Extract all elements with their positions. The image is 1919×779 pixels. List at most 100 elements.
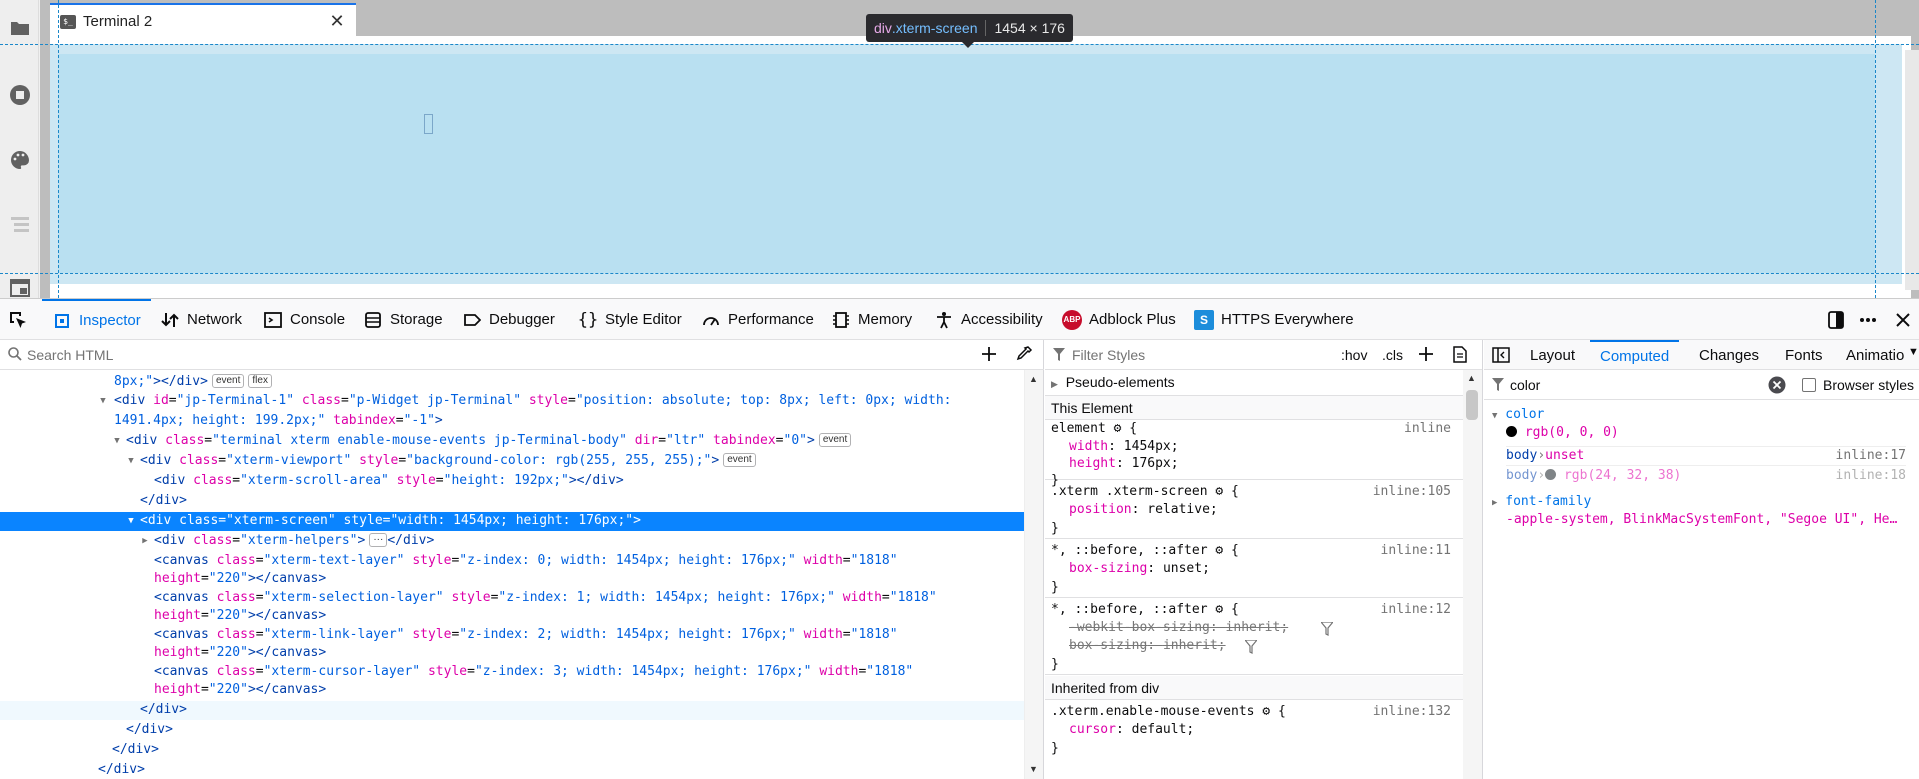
collapse-toggle-icon[interactable]: ▶ bbox=[1051, 379, 1058, 389]
tab-network[interactable]: Network bbox=[160, 299, 242, 340]
palette-icon[interactable] bbox=[8, 148, 32, 172]
folder-icon[interactable] bbox=[8, 16, 32, 40]
overridden-prop-value[interactable]: inherit bbox=[1226, 620, 1281, 635]
scroll-down-icon[interactable]: ▼ bbox=[1029, 764, 1038, 774]
close-devtools-icon[interactable] bbox=[1894, 299, 1912, 340]
markup-node[interactable]: ▼ <div id="jp-Terminal-1" class="p-Widget… bbox=[0, 392, 1025, 411]
window-toggle-icon[interactable] bbox=[8, 276, 32, 298]
tab-performance[interactable]: Performance bbox=[701, 299, 814, 340]
tab-animations[interactable]: Animatio bbox=[1846, 340, 1904, 370]
markup-node[interactable]: <canvas class="xterm-cursor-layer" style… bbox=[0, 663, 1025, 682]
tab-computed[interactable]: Computed bbox=[1590, 340, 1680, 370]
markup-node-continuation[interactable]: 1491.4px; height: 199.2px;" tabindex="-1… bbox=[0, 412, 1025, 431]
terminal-scrollbar[interactable] bbox=[1905, 50, 1919, 290]
markup-node[interactable]: </div> bbox=[0, 741, 1025, 760]
expand-toggle-icon[interactable]: ▼ bbox=[126, 512, 136, 531]
prop-name[interactable]: box-sizing bbox=[1069, 561, 1147, 576]
markup-node[interactable]: <canvas class="xterm-selection-layer" st… bbox=[0, 589, 1025, 608]
rules-scrollbar[interactable]: ▲ bbox=[1463, 370, 1482, 779]
tab-memory[interactable]: Memory bbox=[831, 299, 912, 340]
rule-source[interactable]: inline:11 bbox=[1381, 543, 1451, 558]
classes-toggle[interactable]: .cls bbox=[1382, 347, 1403, 363]
overridden-prop-value[interactable]: inherit bbox=[1163, 638, 1218, 653]
tab-fonts[interactable]: Fonts bbox=[1785, 340, 1823, 370]
print-media-icon[interactable] bbox=[1452, 346, 1468, 366]
markup-node-continuation[interactable]: height="220"></canvas> bbox=[0, 644, 1025, 663]
tab-inspector[interactable]: Inspector bbox=[42, 299, 151, 340]
element-picker-icon[interactable] bbox=[8, 299, 34, 340]
hover-states-toggle[interactable]: :hov bbox=[1341, 347, 1367, 363]
markup-node[interactable]: ▶ <div class="xterm-helpers"> ··· </div> bbox=[0, 532, 1025, 551]
rules-scroll-thumb[interactable] bbox=[1466, 390, 1478, 420]
rules-filter-input[interactable]: Filter Styles bbox=[1072, 347, 1145, 363]
browser-styles-label[interactable]: Browser styles bbox=[1823, 377, 1914, 393]
prop-name[interactable]: cursor bbox=[1069, 722, 1116, 737]
computed-source-row[interactable]: body›unset inline:17 bbox=[1506, 446, 1906, 466]
add-rule-icon[interactable] bbox=[1418, 346, 1434, 365]
tab-debugger[interactable]: Debugger bbox=[462, 299, 555, 340]
rule-source[interactable]: inline:12 bbox=[1381, 602, 1451, 617]
tabs-list-icon[interactable] bbox=[8, 212, 32, 236]
markup-node[interactable]: <canvas class="xterm-text-layer" style="… bbox=[0, 552, 1025, 571]
running-stop-icon[interactable] bbox=[8, 83, 32, 107]
markup-node[interactable]: ▼ <div class="terminal xterm enable-mouse… bbox=[0, 432, 1025, 451]
collapse-toggle-icon[interactable]: ▶ bbox=[140, 532, 150, 551]
source-location[interactable]: inline:17 bbox=[1836, 448, 1906, 463]
gear-icon[interactable]: ⚙ bbox=[1215, 543, 1223, 558]
filter-rules-icon[interactable] bbox=[1243, 639, 1259, 658]
tab-https-everywhere[interactable]: S HTTPS Everywhere bbox=[1194, 299, 1354, 340]
pseudo-elements-section[interactable]: ▶ Pseudo-elements bbox=[1045, 370, 1463, 396]
source-location[interactable]: inline:18 bbox=[1836, 468, 1906, 483]
computed-filter-input[interactable]: color bbox=[1510, 377, 1540, 393]
prop-name[interactable]: height bbox=[1069, 456, 1116, 471]
markup-node[interactable]: </div> bbox=[0, 761, 1025, 779]
expand-toggle-icon[interactable]: ▼ bbox=[98, 392, 108, 411]
filter-rules-icon[interactable] bbox=[1319, 621, 1335, 640]
expand-toggle-icon[interactable]: ▼ bbox=[1492, 411, 1497, 421]
gear-icon[interactable]: ⚙ bbox=[1262, 704, 1270, 719]
prop-value[interactable]: default bbox=[1132, 722, 1187, 737]
markup-node-continuation[interactable]: height="220"></canvas> bbox=[0, 570, 1025, 589]
markup-node[interactable]: </div> bbox=[0, 721, 1025, 740]
markup-search-bar[interactable]: Search HTML bbox=[0, 340, 1044, 370]
prop-value[interactable]: unset bbox=[1163, 561, 1202, 576]
markup-search-input[interactable]: Search HTML bbox=[27, 347, 113, 363]
rule-source[interactable]: inline:105 bbox=[1373, 484, 1451, 499]
tab-console[interactable]: Console bbox=[263, 299, 345, 340]
markup-node[interactable]: <canvas class="xterm-link-layer" style="… bbox=[0, 626, 1025, 645]
tabs-overflow-icon[interactable]: ▼ bbox=[1908, 346, 1919, 358]
computed-source-row-overridden[interactable]: body› rgb(24, 32, 38) inline:18 bbox=[1506, 467, 1906, 487]
rule-universal-2[interactable]: *, ::before, ::after ⚙ {inline:12 -webki… bbox=[1045, 599, 1463, 675]
computed-property-font-family[interactable]: ▶ font-family bbox=[1492, 494, 1591, 512]
more-options-icon[interactable] bbox=[1858, 299, 1878, 340]
terminal-tab[interactable]: $_ Terminal 2 ✕ bbox=[50, 3, 356, 38]
prop-value[interactable]: 176px bbox=[1132, 456, 1171, 471]
markup-node[interactable]: ▼ <div class="xterm-viewport" style="back… bbox=[0, 452, 1025, 471]
scroll-up-icon[interactable]: ▲ bbox=[1467, 373, 1476, 383]
browser-styles-checkbox[interactable] bbox=[1802, 378, 1816, 392]
tab-storage[interactable]: Storage bbox=[363, 299, 443, 340]
overridden-prop-name[interactable]: box-sizing bbox=[1069, 638, 1147, 653]
markup-node-hover[interactable]: </div> bbox=[0, 701, 1025, 720]
tab-changes[interactable]: Changes bbox=[1699, 340, 1759, 370]
collapse-toggle-icon[interactable]: ▶ bbox=[1492, 498, 1497, 508]
color-swatch[interactable] bbox=[1506, 426, 1517, 437]
markup-scrollbar[interactable]: ▲ ▼ bbox=[1024, 370, 1043, 779]
tab-adblock-plus[interactable]: ABP Adblock Plus bbox=[1062, 299, 1176, 340]
rule-enable-mouse-events[interactable]: .xterm.enable-mouse-events ⚙ {inline:132… bbox=[1045, 701, 1463, 761]
markup-node-selected[interactable]: ▼ <div class="xterm-screen" style="width:… bbox=[0, 512, 1025, 531]
computed-property-color[interactable]: ▼ color bbox=[1492, 407, 1544, 425]
clear-filter-icon[interactable] bbox=[1768, 376, 1786, 397]
prop-value[interactable]: relative bbox=[1147, 502, 1210, 517]
markup-node-continuation[interactable]: height="220"></canvas> bbox=[0, 607, 1025, 626]
markup-node[interactable]: 8px;"></div> event flex bbox=[0, 373, 1025, 392]
add-node-icon[interactable] bbox=[980, 345, 998, 367]
gear-icon[interactable]: ⚙ bbox=[1114, 421, 1122, 436]
expand-toggle-icon[interactable]: ▼ bbox=[126, 452, 136, 471]
dock-side-icon[interactable] bbox=[1826, 299, 1846, 340]
rule-element-inline[interactable]: element ⚙ {inline width: 1454px; height:… bbox=[1045, 420, 1463, 488]
rule-xterm-screen[interactable]: .xterm .xterm-screen ⚙ {inline:105 posit… bbox=[1045, 481, 1463, 539]
gear-icon[interactable]: ⚙ bbox=[1215, 484, 1223, 499]
expand-toggle-icon[interactable]: ▼ bbox=[112, 432, 122, 451]
scroll-up-icon[interactable]: ▲ bbox=[1029, 374, 1038, 384]
